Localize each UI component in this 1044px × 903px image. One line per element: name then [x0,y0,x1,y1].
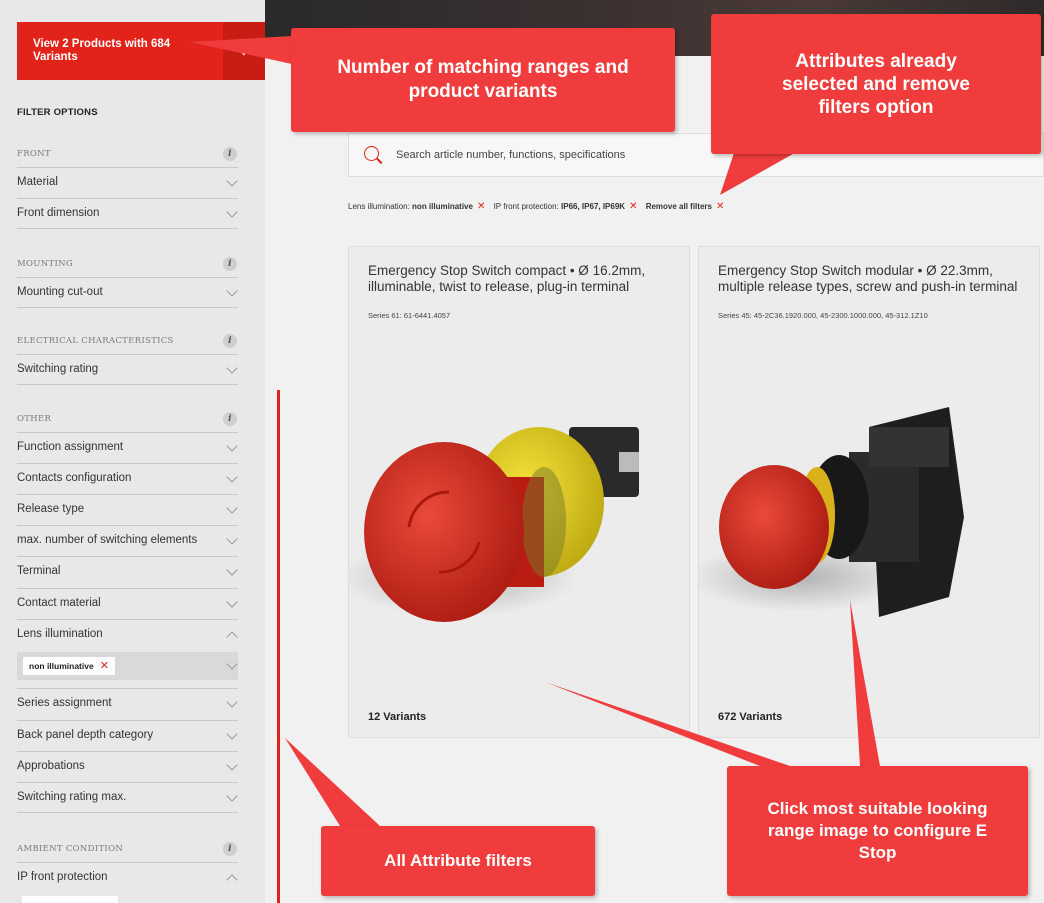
callout-pointer [545,682,790,766]
callout-all-filters: All Attribute filters [321,826,595,896]
callout-pointer [285,738,380,826]
callout-click-image: Click most suitable looking range image … [727,766,1028,896]
callout-matching-count: Number of matching ranges and product va… [291,28,675,132]
callout-pointer [190,36,292,64]
callout-pointer [720,150,800,195]
callout-pointer [850,600,880,766]
callout-selected-attributes: Attributes already selected and remove f… [711,14,1041,154]
